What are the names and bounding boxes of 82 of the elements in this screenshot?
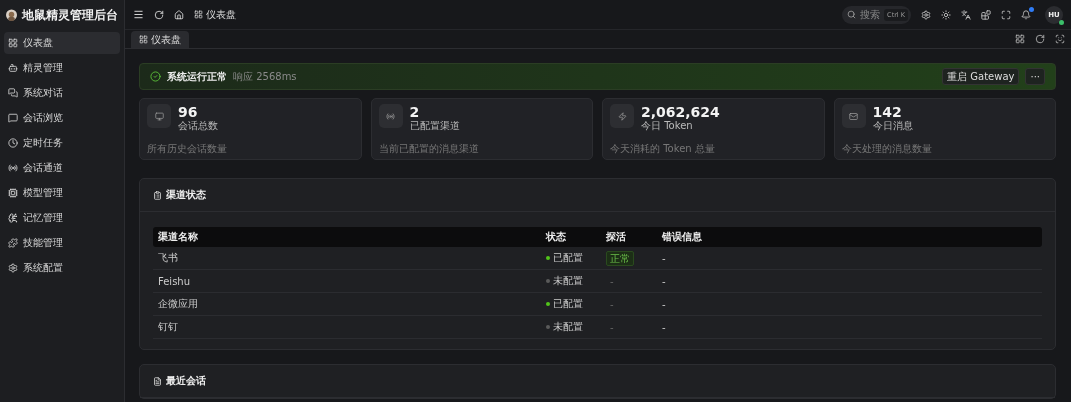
chat-bubbles-icon — [8, 88, 18, 98]
table-cell-text: - — [661, 298, 667, 310]
table-cell-text: - — [609, 274, 615, 289]
table-cell-text: 钉钉 — [157, 320, 179, 334]
stat-description: 今天处理的消息数量 — [841, 143, 933, 155]
status-text: 未配置 — [553, 274, 583, 288]
stat-description: 当前已配置的消息渠道 — [378, 143, 480, 155]
sidebar-item[interactable]: 会话浏览 — [4, 107, 120, 129]
menu-icon[interactable] — [133, 9, 144, 20]
latency-text: 响应 2568ms — [233, 69, 297, 84]
sun-icon[interactable] — [941, 9, 951, 20]
grid-icon — [194, 10, 203, 19]
table-cell-text: Feishu — [157, 275, 192, 287]
stat-label: 已配置渠道 — [409, 120, 460, 132]
table-cell-text: - — [609, 320, 615, 335]
stat-value: 96 — [178, 104, 199, 120]
lightning-icon — [610, 104, 634, 128]
sidebar-item[interactable]: 系统对话 — [4, 82, 120, 104]
sidebar-item[interactable]: 精灵管理 — [4, 57, 120, 79]
status-tag: 正常 — [606, 250, 634, 266]
panel-title: 最近会话 — [166, 374, 206, 388]
table-cell-text: 企微应用 — [157, 297, 199, 311]
grid-icon — [8, 38, 18, 48]
page-tab[interactable]: 仪表盘 — [131, 31, 189, 48]
status-text: 未配置 — [553, 320, 583, 334]
table-cell-text: - — [609, 297, 615, 312]
refresh-icon[interactable] — [1035, 34, 1045, 44]
settings-icon — [8, 263, 18, 273]
stat-description: 今天消耗的 Token 总量 — [610, 143, 716, 155]
scan-icon[interactable] — [1055, 34, 1065, 44]
column-header: 错误信息 — [661, 230, 703, 244]
search-placeholder: 搜索 — [860, 7, 881, 22]
robot-icon — [8, 63, 18, 73]
sidebar-item[interactable]: 系统配置 — [4, 257, 120, 279]
signal-icon — [378, 104, 403, 128]
app-title: 地鼠精灵管理后台 — [22, 7, 118, 23]
breadcrumb[interactable]: 仪表盘 — [194, 7, 236, 22]
column-header: 状态 — [544, 230, 567, 244]
table-cell-text: - — [661, 275, 667, 287]
sidebar-item[interactable]: 会话通道 — [4, 157, 120, 179]
clipboard-icon — [153, 190, 162, 200]
stat-description: 所有历史会话数量 — [147, 143, 228, 155]
mail-icon — [841, 104, 866, 128]
status-text: 已配置 — [553, 251, 583, 265]
sidebar-item[interactable]: 记忆管理 — [4, 207, 120, 229]
signal-icon — [8, 163, 18, 173]
stat-value: 2,062,624 — [641, 104, 720, 120]
blocks-icon[interactable] — [981, 9, 991, 20]
settings-icon[interactable] — [921, 9, 931, 20]
stat-value: 2 — [409, 104, 421, 120]
column-header: 渠道名称 — [157, 230, 199, 244]
fullscreen-icon[interactable] — [1001, 9, 1011, 20]
check-circle-icon — [150, 71, 161, 82]
home-icon[interactable] — [174, 9, 184, 20]
table-cell-text: - — [661, 252, 667, 264]
puzzle-icon — [8, 238, 18, 248]
clock-icon — [8, 138, 18, 148]
sidebar-item[interactable]: 定时任务 — [4, 132, 120, 154]
grid-icon[interactable] — [1015, 34, 1025, 44]
search-icon — [847, 10, 857, 19]
chat-icon — [8, 113, 18, 123]
stat-label: 会话总数 — [178, 120, 218, 132]
more-button[interactable]: ··· — [1025, 68, 1045, 85]
chip-icon — [8, 188, 18, 198]
notification-icon[interactable] — [1021, 9, 1031, 20]
status-text: 已配置 — [553, 297, 583, 311]
table-cell-text: 飞书 — [157, 251, 179, 265]
sidebar-item[interactable]: 仪表盘 — [4, 32, 120, 54]
column-header: 探活 — [605, 230, 627, 244]
stat-label: 今日 Token — [641, 120, 694, 132]
sidebar-item[interactable]: 模型管理 — [4, 182, 120, 204]
document-icon — [153, 376, 162, 386]
stat-label: 今日消息 — [872, 120, 913, 132]
status-title: 系统运行正常 — [167, 69, 227, 84]
sidebar-item[interactable]: 技能管理 — [4, 232, 120, 254]
restart-button[interactable]: 重启 Gateway — [942, 68, 1020, 85]
panel-title: 渠道状态 — [166, 188, 206, 202]
translate-icon[interactable] — [961, 9, 971, 20]
grid-icon — [139, 35, 148, 44]
stat-value: 142 — [872, 104, 903, 120]
monitor-icon — [147, 104, 171, 128]
table-cell-text: - — [661, 321, 667, 333]
